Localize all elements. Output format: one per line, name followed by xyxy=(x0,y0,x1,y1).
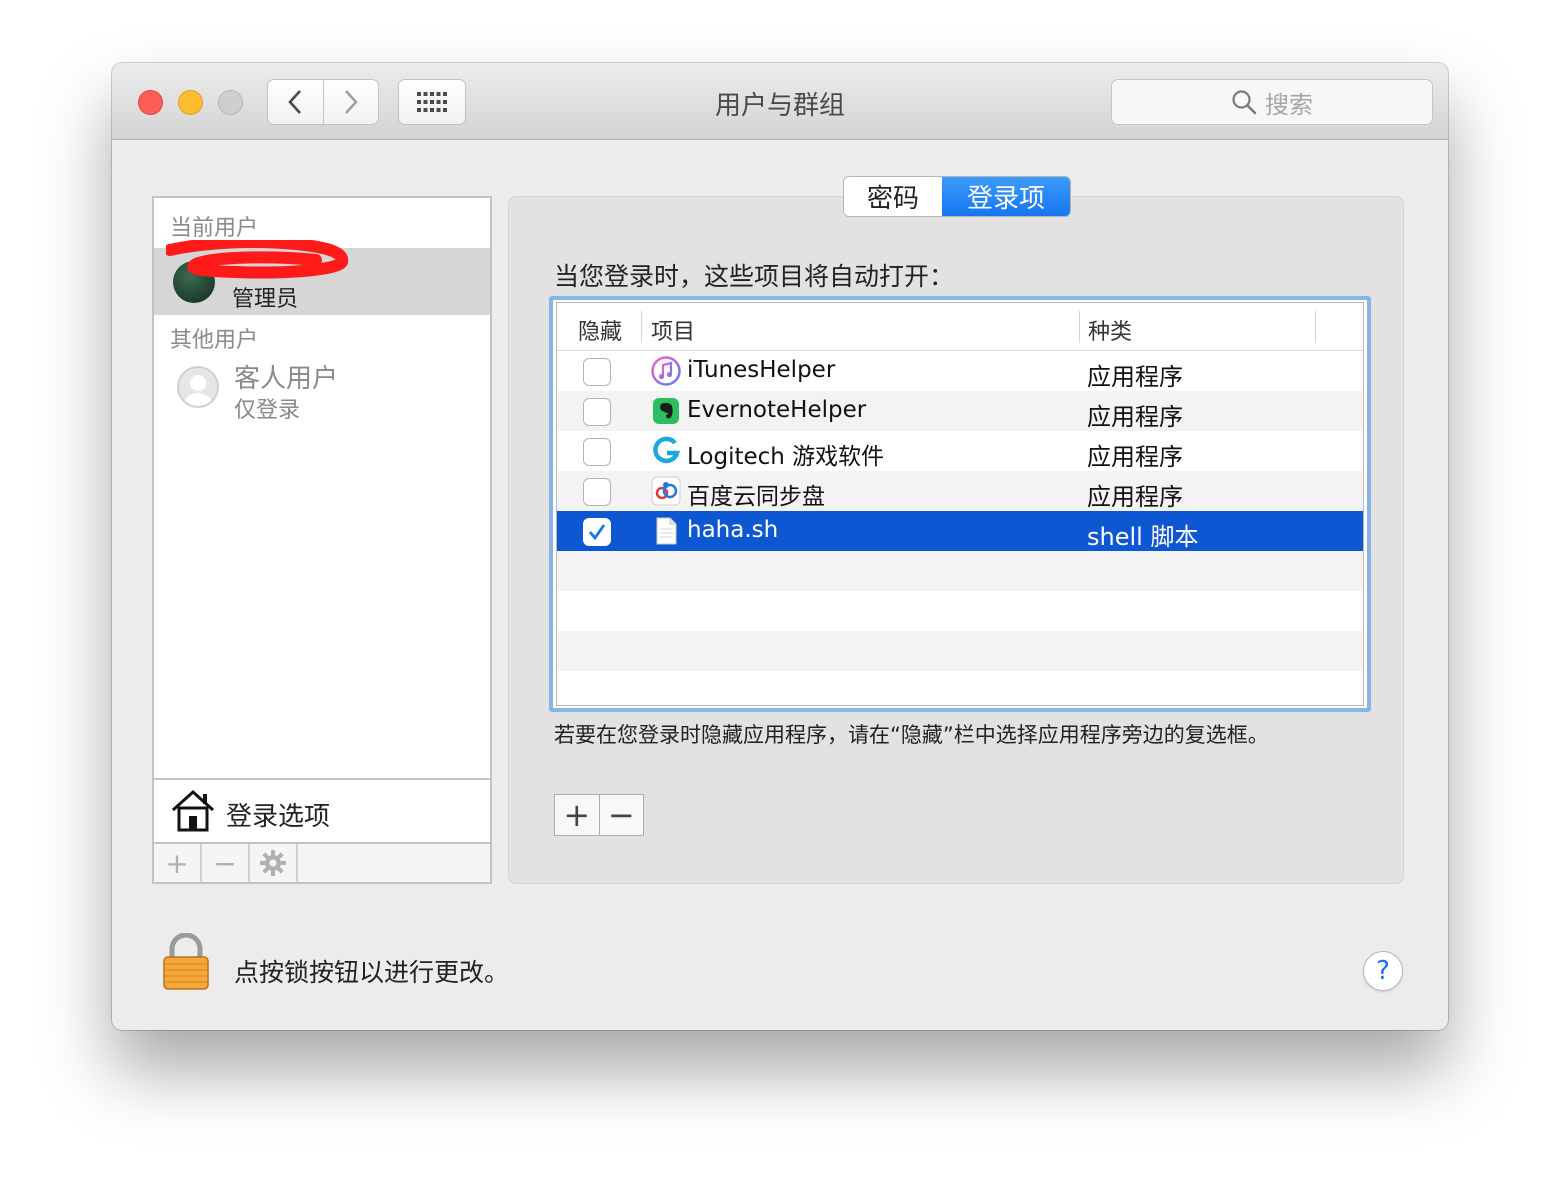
table-row[interactable]: iTunesHelper 应用程序 xyxy=(557,351,1363,391)
redaction-scribble xyxy=(166,240,348,279)
item-name: 百度云同步盘 xyxy=(687,484,825,510)
item-kind: shell 脚本 xyxy=(1087,523,1199,551)
document-icon xyxy=(656,517,677,545)
remove-login-item-button[interactable]: − xyxy=(598,795,644,835)
user-list-toolbar: + − xyxy=(154,842,490,882)
current-users-header: 当前用户 xyxy=(170,216,259,241)
user-list: 当前用户 管理员 其他用户 客人用户 仅登录 登录选项 + − xyxy=(152,196,492,884)
search-icon xyxy=(1232,90,1257,115)
gear-icon xyxy=(260,850,286,876)
column-header-kind[interactable]: 种类 xyxy=(1088,314,1132,346)
login-options-row[interactable]: 登录选项 xyxy=(154,778,490,842)
baidu-cloud-icon xyxy=(651,476,681,506)
table-row-selected[interactable]: haha.sh shell 脚本 xyxy=(557,511,1363,551)
lock-icon[interactable] xyxy=(160,933,212,993)
help-button[interactable]: ? xyxy=(1363,951,1403,991)
item-name: iTunesHelper xyxy=(687,357,836,383)
other-users-header: 其他用户 xyxy=(170,328,259,353)
tab-password[interactable]: 密码 xyxy=(844,177,942,216)
empty-row xyxy=(557,631,1363,671)
itunes-icon xyxy=(651,356,681,386)
empty-row xyxy=(557,671,1363,705)
login-items-intro: 当您登录时，这些项目将自动打开： xyxy=(554,262,955,291)
hide-checkbox[interactable] xyxy=(583,438,611,466)
user-role-label: 管理员 xyxy=(232,287,299,312)
item-name: haha.sh xyxy=(687,517,779,543)
add-login-item-button[interactable]: + xyxy=(555,795,599,835)
search-field[interactable]: 搜索 xyxy=(1111,79,1433,125)
item-kind: 应用程序 xyxy=(1087,443,1183,471)
column-header-item[interactable]: 项目 xyxy=(651,314,695,346)
hide-checkbox[interactable] xyxy=(583,398,611,426)
empty-row xyxy=(557,591,1363,631)
item-name: Logitech 游戏软件 xyxy=(687,444,885,470)
preferences-window: 用户与群组 搜索 当前用户 管理员 其他用户 客人用户 仅登录 登录选项 + −… xyxy=(112,63,1448,1030)
guest-avatar-icon xyxy=(177,366,219,408)
evernote-icon xyxy=(653,398,679,424)
house-icon xyxy=(171,789,215,832)
item-kind: 应用程序 xyxy=(1087,363,1183,391)
login-options-label: 登录选项 xyxy=(226,802,331,832)
current-user-row[interactable]: 管理员 xyxy=(154,240,490,315)
hide-checkbox[interactable] xyxy=(583,358,611,386)
login-items-table[interactable]: 隐藏 项目 种类 iTunesHelper 应用程序 EvernoteHelpe… xyxy=(549,296,1371,712)
item-kind: 应用程序 xyxy=(1087,403,1183,431)
item-kind: 应用程序 xyxy=(1087,483,1183,511)
table-row[interactable]: 百度云同步盘 应用程序 xyxy=(557,471,1363,511)
title-bar: 用户与群组 搜索 xyxy=(112,63,1448,140)
item-name: EvernoteHelper xyxy=(687,397,867,423)
guest-user-name: 客人用户 xyxy=(234,364,339,394)
hide-instructions: 若要在您登录时隐藏应用程序，请在“隐藏”栏中选择应用程序旁边的复选框。 xyxy=(554,723,1269,747)
search-placeholder: 搜索 xyxy=(1265,90,1313,119)
guest-user-subtitle: 仅登录 xyxy=(234,398,301,423)
checkmark-icon xyxy=(588,524,606,541)
empty-row xyxy=(557,551,1363,591)
tab-login-items[interactable]: 登录项 xyxy=(942,177,1070,216)
remove-user-button[interactable]: − xyxy=(202,844,250,882)
add-user-button[interactable]: + xyxy=(154,844,202,882)
login-items-add-remove: + − xyxy=(554,794,644,836)
hide-checkbox-checked[interactable] xyxy=(583,518,611,546)
logitech-icon xyxy=(653,436,681,464)
table-header: 隐藏 项目 种类 xyxy=(557,303,1363,351)
user-actions-button[interactable] xyxy=(250,844,298,882)
table-row[interactable]: EvernoteHelper 应用程序 xyxy=(557,391,1363,431)
column-header-hide[interactable]: 隐藏 xyxy=(578,314,622,346)
lock-message: 点按锁按钮以进行更改。 xyxy=(234,958,510,987)
tab-bar: 密码 登录项 xyxy=(843,176,1071,217)
table-row[interactable]: Logitech 游戏软件 应用程序 xyxy=(557,431,1363,471)
hide-checkbox[interactable] xyxy=(583,478,611,506)
